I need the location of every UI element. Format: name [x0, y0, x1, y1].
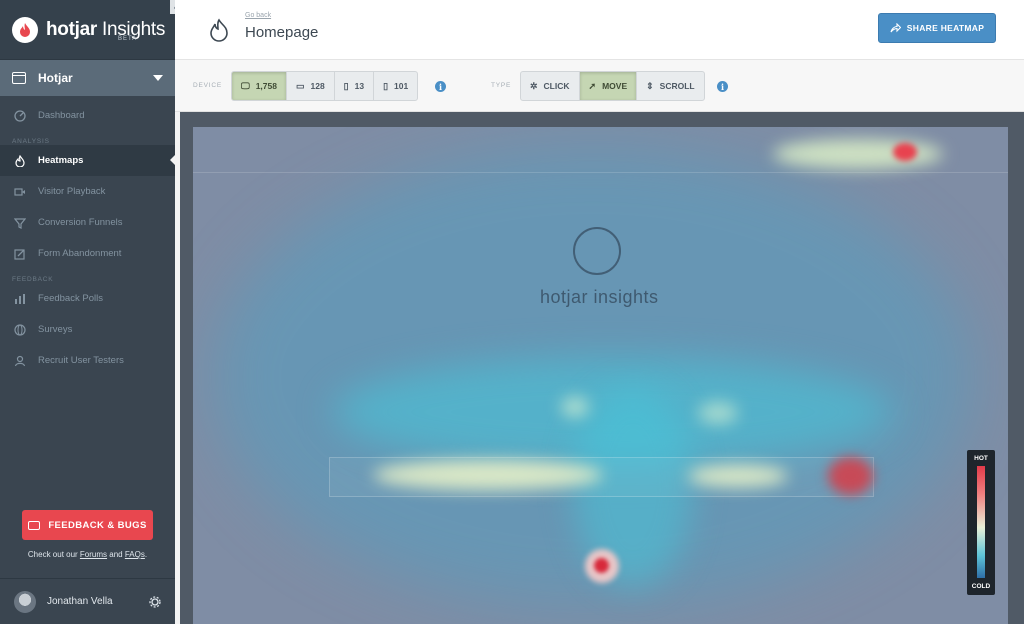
feedback-bugs-label: FEEDBACK & BUGS: [48, 519, 147, 531]
type-label-text: SCROLL: [659, 81, 695, 91]
user-icon: [14, 355, 26, 367]
sidebar-item-label: Recruit User Testers: [38, 355, 124, 366]
share-icon: [890, 23, 901, 33]
phone-icon: ▯: [383, 80, 389, 91]
sidebar-item-conversion-funnels[interactable]: Conversion Funnels: [0, 207, 175, 238]
heat-spot: [688, 465, 788, 487]
beta-badge: BETA: [118, 36, 138, 42]
go-back-link[interactable]: Go back: [245, 12, 271, 19]
device-count: 101: [394, 81, 409, 91]
section-label-feedback: FEEDBACK: [12, 276, 54, 283]
device-option-tablet[interactable]: ▯ 13: [335, 72, 375, 100]
type-option-move[interactable]: ➚ MOVE: [579, 72, 638, 100]
sidebar-item-surveys[interactable]: Surveys: [0, 314, 175, 345]
chevron-down-icon: [153, 75, 163, 81]
heat-spot-hot: [893, 143, 917, 161]
site-name: Hotjar: [38, 71, 73, 85]
dashboard-icon: [14, 109, 26, 122]
user-name: Jonathan Vella: [47, 596, 113, 607]
forums-link[interactable]: Forums: [80, 550, 107, 559]
sidebar-item-recruit-user-testers[interactable]: Recruit User Testers: [0, 345, 175, 376]
gear-icon[interactable]: [149, 595, 161, 608]
site-selector[interactable]: Hotjar: [0, 60, 175, 96]
avatar: [14, 590, 36, 613]
flame-icon: [14, 154, 26, 167]
sidebar-item-label: Heatmaps: [38, 155, 84, 166]
device-option-monitor[interactable]: ▭ 128: [287, 72, 335, 100]
faqs-link[interactable]: FAQs: [125, 550, 145, 559]
device-count: 128: [310, 81, 325, 91]
help-links-suffix: .: [144, 550, 148, 559]
play-icon: [573, 227, 621, 275]
device-filter: 🖵 1,758 ▭ 128 ▯ 13 ▯ 101: [231, 71, 419, 101]
heatmap-frame[interactable]: hotjar insights: [193, 127, 1008, 624]
section-label-analysis: ANALYSIS: [12, 138, 50, 145]
heatmap-toolbar: DEVICE 🖵 1,758 ▭ 128 ▯ 13 ▯ 101 i TYPE ✲…: [175, 60, 1024, 112]
share-heatmap-label: SHARE HEATMAP: [906, 23, 985, 33]
page-header: Go back Homepage SHARE HEATMAP: [175, 0, 1024, 60]
sidebar-item-label: Conversion Funnels: [38, 217, 123, 228]
device-option-desktop[interactable]: 🖵 1,758: [232, 72, 287, 100]
video-camera-icon: [14, 186, 26, 198]
legend-hot-label: HOT: [974, 455, 988, 462]
click-icon: ✲: [530, 80, 538, 91]
help-links: Check out our Forums and FAQs.: [0, 550, 175, 559]
sidebar-item-dashboard[interactable]: Dashboard: [0, 100, 175, 131]
hotjar-flame-logo-icon: [12, 16, 38, 43]
funnel-icon: [14, 217, 26, 229]
sidebar-item-form-abandonment[interactable]: Form Abandonment: [0, 238, 175, 269]
flame-icon: [210, 18, 228, 42]
cursor-icon: ➚: [588, 80, 597, 91]
sidebar-item-heatmaps[interactable]: Heatmaps: [0, 145, 175, 176]
bar-chart-icon: [14, 293, 26, 305]
help-links-prefix: Check out our: [27, 550, 80, 559]
legend-gradient: [977, 466, 985, 578]
legend-cold-label: COLD: [971, 583, 991, 590]
feedback-bugs-button[interactable]: FEEDBACK & BUGS: [22, 510, 153, 540]
heat-spot: [561, 397, 589, 417]
heat-spot-hot: [828, 457, 873, 495]
sidebar-item-label: Visitor Playback: [38, 186, 106, 197]
user-profile[interactable]: Jonathan Vella: [0, 578, 175, 624]
sidebar-item-label: Feedback Polls: [38, 293, 103, 304]
type-label-text: CLICK: [543, 81, 570, 91]
sidebar-item-visitor-playback[interactable]: Visitor Playback: [0, 176, 175, 207]
heat-spot: [698, 402, 738, 424]
sidebar-item-label: Surveys: [38, 324, 73, 335]
device-count: 13: [354, 81, 365, 91]
type-label: TYPE: [491, 82, 512, 89]
tablet-icon: ▯: [343, 80, 349, 91]
device-count: 1,758: [255, 81, 277, 91]
heat-spot-hot: [594, 558, 609, 573]
heat-spot: [773, 139, 943, 169]
desktop-icon: 🖵: [241, 80, 250, 91]
type-option-click[interactable]: ✲ CLICK: [521, 72, 580, 100]
globe-icon: [14, 323, 26, 336]
scroll-icon: ⇕: [646, 80, 654, 91]
device-label: DEVICE: [193, 82, 223, 89]
help-links-and: and: [107, 550, 125, 559]
chat-bubble-icon: [28, 520, 41, 530]
device-option-phone[interactable]: ▯ 101: [374, 72, 417, 100]
heat-spot: [373, 460, 603, 490]
type-option-scroll[interactable]: ⇕ SCROLL: [637, 72, 704, 100]
type-info-icon[interactable]: i: [717, 81, 728, 92]
share-heatmap-button[interactable]: SHARE HEATMAP: [878, 13, 996, 43]
form-edit-icon: [14, 248, 26, 260]
logo-text: hotjar Insights: [46, 19, 165, 41]
logo-brand: hotjar: [46, 18, 97, 40]
browser-window-icon: [12, 72, 26, 84]
type-label-text: MOVE: [602, 81, 628, 91]
monitor-icon: ▭: [295, 80, 305, 91]
type-filter: ✲ CLICK ➚ MOVE ⇕ SCROLL: [520, 71, 705, 101]
heat-legend: HOT COLD: [967, 450, 995, 595]
sidebar-item-label: Dashboard: [38, 110, 85, 121]
sidebar-item-feedback-polls[interactable]: Feedback Polls: [0, 283, 175, 314]
device-info-icon[interactable]: i: [435, 81, 446, 92]
page-brand-ghost: hotjar insights: [540, 287, 659, 307]
sidebar-item-label: Form Abandonment: [38, 248, 122, 259]
page-title: Homepage: [245, 24, 319, 41]
sidebar: hotjar Insights BETA ‹ Hotjar Dashboard …: [0, 0, 180, 624]
logo[interactable]: hotjar Insights BETA: [0, 0, 175, 60]
